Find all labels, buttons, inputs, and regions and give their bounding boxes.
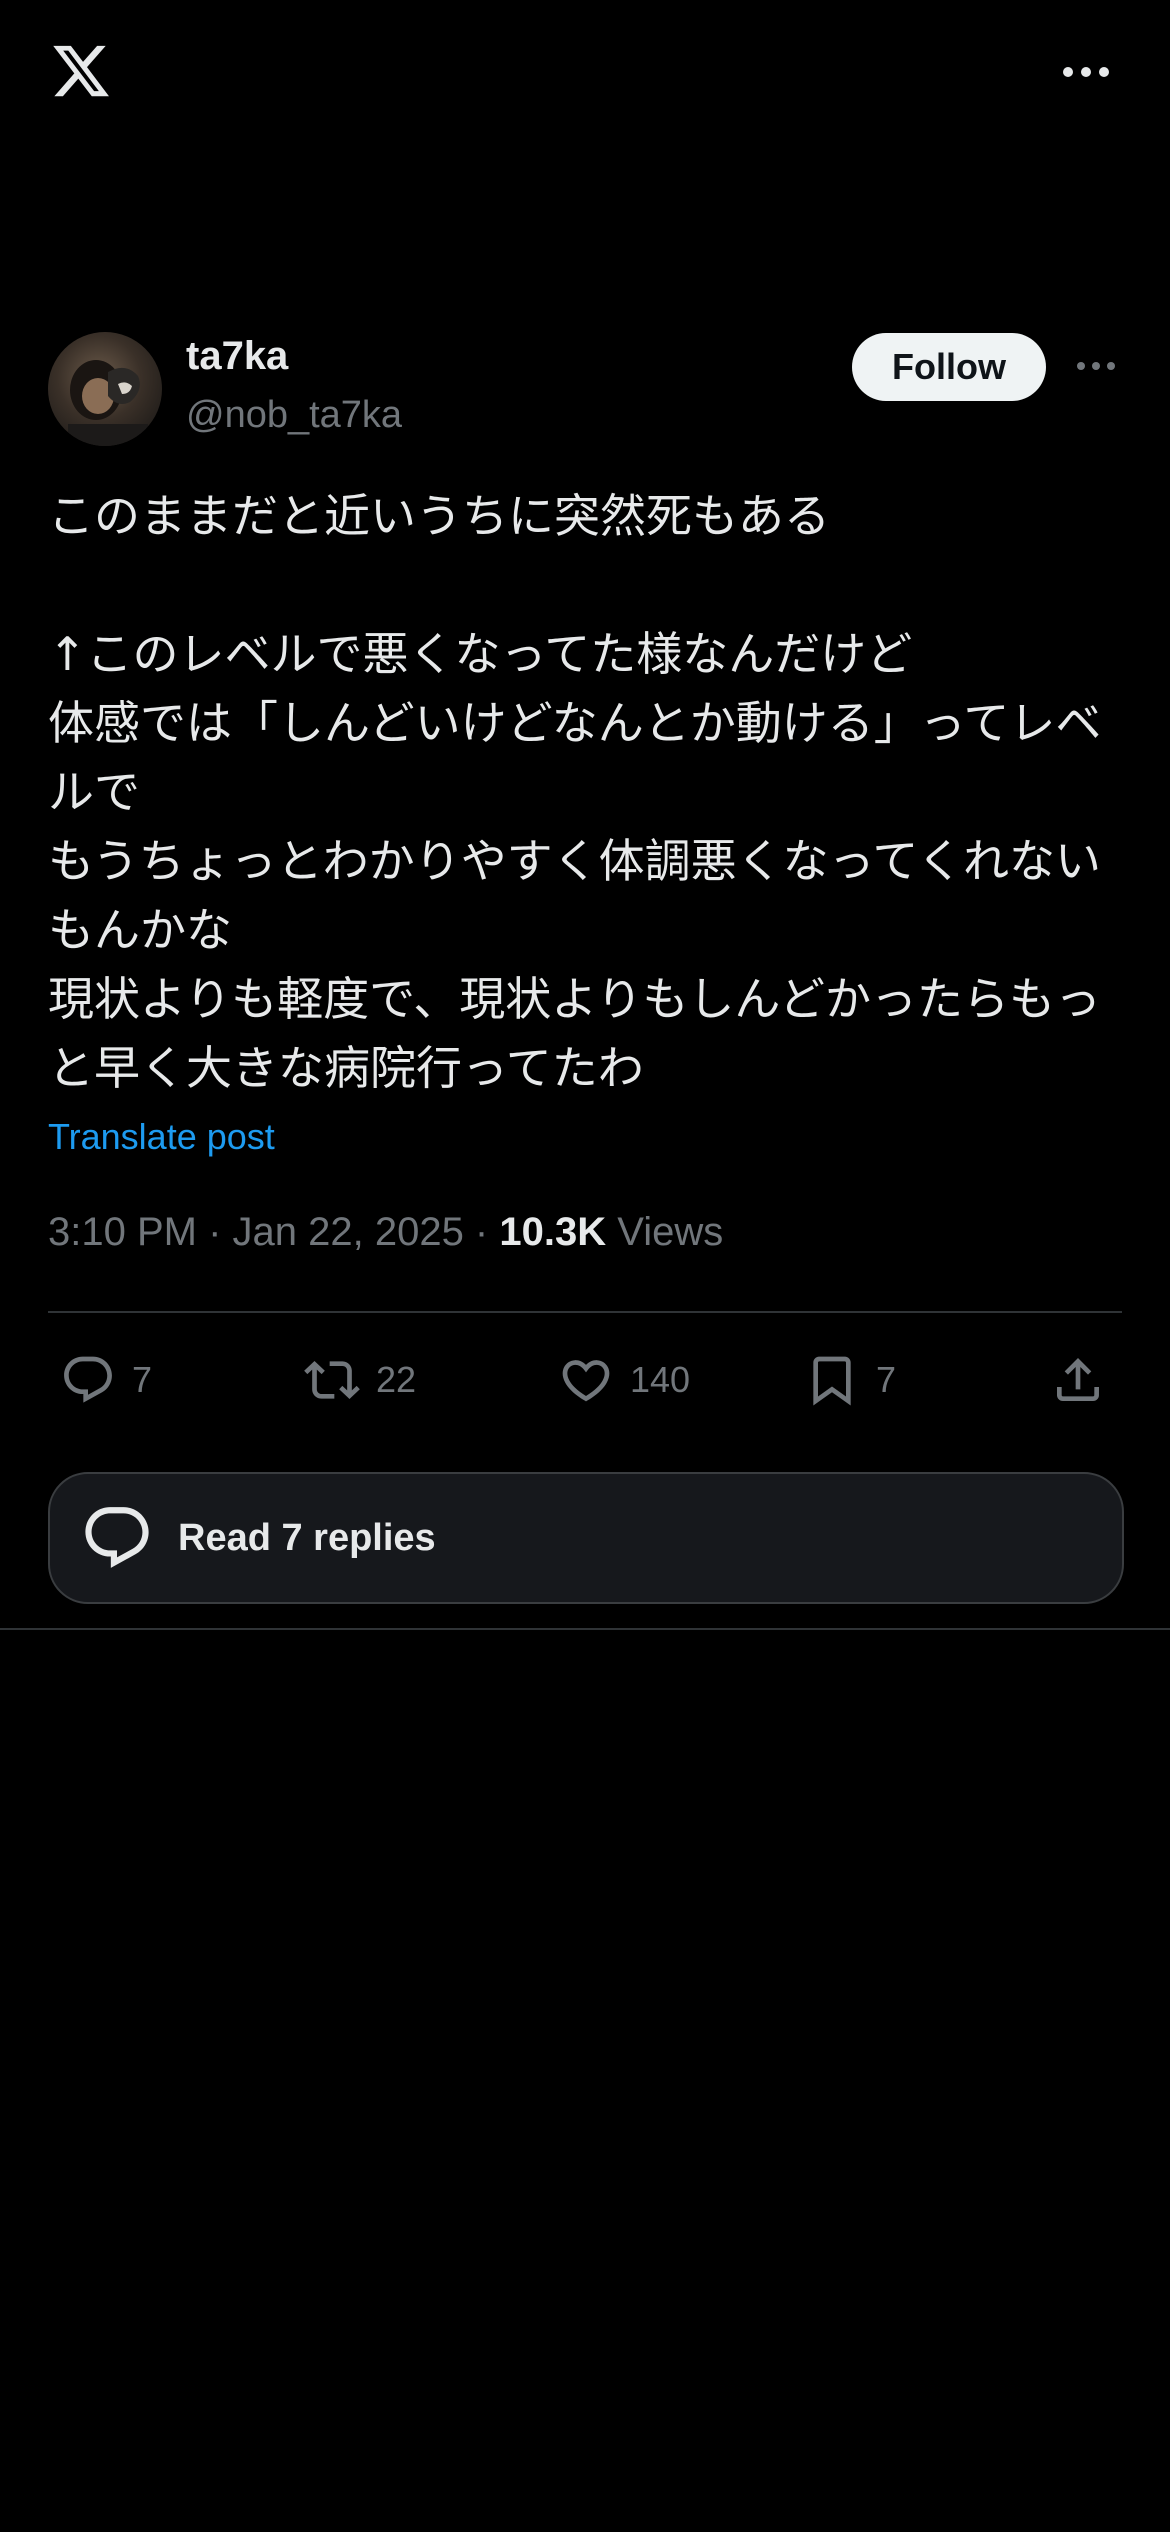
action-bar: 7 22 140 7 [0, 1340, 1170, 1420]
translate-post-link[interactable]: Translate post [48, 1116, 275, 1158]
reply-button[interactable]: 7 [60, 1340, 152, 1420]
follow-button[interactable]: Follow [852, 333, 1046, 401]
author-name[interactable]: ta7ka [186, 334, 288, 379]
avatar-photo [68, 360, 148, 446]
reply-icon [64, 1356, 112, 1403]
bookmark-count: 7 [876, 1359, 897, 1400]
post-more-icon[interactable] [1076, 358, 1116, 374]
read-replies-label: Read 7 replies [178, 1516, 436, 1559]
reply-count: 7 [132, 1359, 153, 1400]
bookmark-button[interactable]: 7 [804, 1340, 896, 1420]
like-count: 140 [630, 1359, 691, 1400]
read-replies-button[interactable]: Read 7 replies [48, 1472, 1124, 1604]
divider [48, 1311, 1122, 1313]
views-label: Views [606, 1210, 724, 1254]
views-count[interactable]: 10.3K [499, 1210, 606, 1254]
post-meta: 3:10 PM · Jan 22, 2025 · 10.3K Views [48, 1210, 723, 1255]
post-timestamp[interactable]: 3:10 PM · Jan 22, 2025 · [48, 1210, 499, 1254]
author-handle[interactable]: @nob_ta7ka [186, 394, 402, 437]
repost-count: 22 [376, 1359, 417, 1400]
bookmark-icon [813, 1356, 851, 1406]
heart-icon [562, 1360, 610, 1402]
more-horizontal-icon[interactable] [1062, 62, 1110, 82]
divider [0, 1628, 1170, 1630]
repost-icon [304, 1361, 360, 1399]
share-button[interactable] [1050, 1340, 1106, 1420]
like-button[interactable]: 140 [558, 1340, 690, 1420]
share-icon [1057, 1358, 1099, 1401]
conversation-icon [85, 1507, 149, 1568]
avatar[interactable] [48, 332, 162, 446]
repost-button[interactable]: 22 [304, 1340, 416, 1420]
x-logo-icon[interactable] [48, 40, 114, 102]
top-bar [0, 0, 1170, 150]
post-text: このままだと近いうちに突然死もある ↑このレベルで悪くなってた様なんだけど 体感… [48, 489, 1102, 1095]
